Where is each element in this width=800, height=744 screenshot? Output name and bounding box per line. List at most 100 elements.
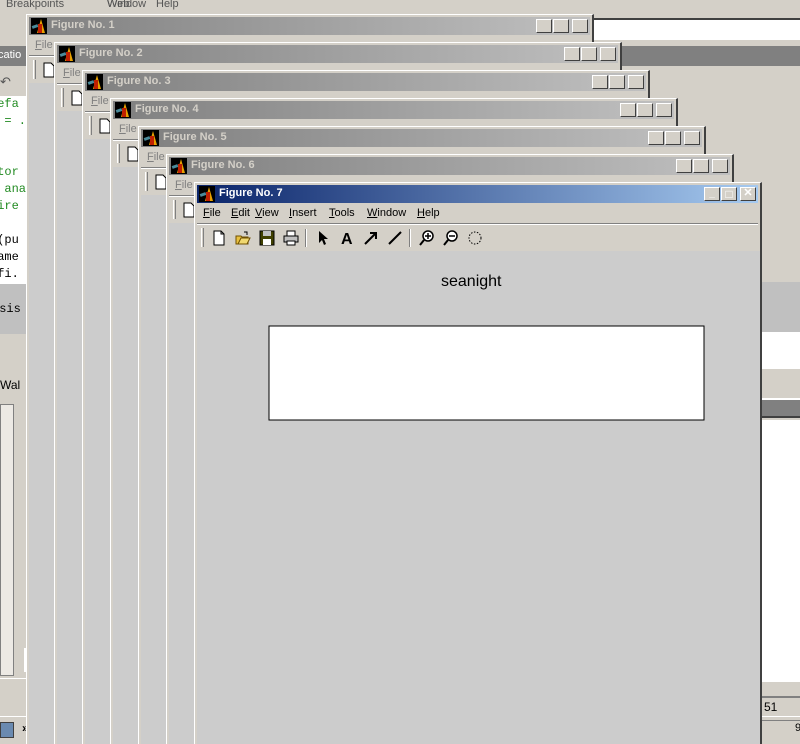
desktop-icon[interactable] (0, 722, 14, 738)
code-line: dire (0, 199, 19, 213)
rotate-3d-icon[interactable] (467, 230, 483, 246)
menu-file[interactable]: File (147, 151, 165, 163)
toolbar-grip[interactable] (173, 200, 176, 219)
maximize-button[interactable]: □ (721, 187, 737, 201)
toolbar-grip[interactable] (89, 116, 92, 135)
window-titlebar[interactable]: Figure No. 7 _ □ ✕ (197, 185, 758, 203)
menu-accelerator: F (203, 207, 210, 219)
menu-edit[interactable]: Edit (231, 207, 250, 219)
window-title: Figure No. 2 (79, 47, 143, 59)
menu-label-rest: ile (41, 39, 53, 51)
maximize-button[interactable]: □ (665, 131, 681, 145)
menu-label-rest: ools (334, 207, 355, 219)
minimize-button[interactable]: _ (536, 19, 552, 33)
window-controls: _ □ ✕ (591, 75, 644, 89)
insert-arrow-icon[interactable] (363, 230, 379, 246)
minimize-button[interactable]: _ (592, 75, 608, 89)
matlab-logo-icon (87, 74, 103, 90)
menu-label-rest: nsert (292, 207, 317, 219)
maximize-button[interactable]: □ (693, 159, 709, 173)
new-figure-icon[interactable] (211, 230, 227, 246)
code-editor[interactable]: defa t = . ator: ana dire r(pu name (fi. (0, 96, 26, 292)
toolbar-grip[interactable] (145, 172, 148, 191)
menu-view[interactable]: View (255, 207, 279, 219)
toolbar-grip[interactable] (201, 228, 204, 247)
figure-menubar: File Edit View Insert Tools Window Help (197, 204, 758, 222)
close-button[interactable]: ✕ (600, 47, 616, 61)
matlab-logo-icon (115, 102, 131, 118)
code-line: : (0, 284, 18, 301)
close-button[interactable]: ✕ (656, 103, 672, 117)
maximize-button[interactable]: □ (609, 75, 625, 89)
figure-toolbar: A (197, 225, 758, 249)
close-button[interactable]: ✕ (628, 75, 644, 89)
menu-file[interactable]: File (63, 67, 81, 79)
figure-canvas[interactable]: seanight (197, 251, 760, 744)
code-line: : ana (4, 182, 26, 196)
window-titlebar[interactable]: Figure No. 3 _ □ ✕ (85, 73, 646, 91)
menu-accelerator: F (119, 123, 126, 135)
workspace-tab[interactable]: Wal (0, 378, 26, 398)
window-titlebar[interactable]: Figure No. 5 _ □ ✕ (141, 129, 702, 147)
code-line: ator (0, 165, 19, 179)
toolbar-grip[interactable] (117, 144, 120, 163)
close-button[interactable]: ✕ (684, 131, 700, 145)
menu-tools[interactable]: Tools (329, 207, 355, 219)
window-titlebar[interactable]: Figure No. 6 _ □ ✕ (169, 157, 730, 175)
print-icon[interactable] (283, 230, 299, 246)
axes-background (268, 325, 705, 421)
menu-file[interactable]: File (119, 123, 137, 135)
window-title: Figure No. 7 (219, 187, 283, 199)
minimize-button[interactable]: _ (564, 47, 580, 61)
minimize-button[interactable]: _ (648, 131, 664, 145)
maximize-button[interactable]: □ (581, 47, 597, 61)
window-titlebar[interactable]: Figure No. 2 _ □ ✕ (57, 45, 618, 63)
insert-text-icon[interactable]: A (339, 230, 355, 248)
menu-window[interactable]: Window (107, 0, 146, 10)
open-file-icon[interactable] (235, 230, 251, 246)
menu-file[interactable]: File (175, 179, 193, 191)
menu-window[interactable]: Window (367, 207, 406, 219)
minimize-button[interactable]: _ (676, 159, 692, 173)
figure-window-7[interactable]: Figure No. 7 _ □ ✕ File Edit View Insert Tools Wi… (194, 182, 762, 744)
minimize-button[interactable]: _ (620, 103, 636, 117)
workspace-scroll-down[interactable] (0, 678, 26, 690)
time-series-plot[interactable] (197, 251, 800, 744)
maximize-button[interactable]: □ (637, 103, 653, 117)
toolbar-grip[interactable] (33, 60, 36, 79)
window-controls: _ □ ✕ (563, 47, 616, 61)
menu-help[interactable]: Help (417, 207, 440, 219)
menu-label-rest: ile (153, 151, 165, 163)
menu-file[interactable]: File (91, 95, 109, 107)
code-line: ysis (0, 302, 21, 316)
workspace-scrollbar[interactable] (0, 404, 14, 676)
undo-icon[interactable]: ↶ (0, 74, 26, 90)
menu-file[interactable]: File (35, 39, 53, 51)
insert-line-icon[interactable] (387, 230, 403, 246)
zoom-out-icon[interactable] (443, 230, 459, 246)
matlab-address-bar[interactable] (592, 18, 800, 40)
menu-breakpoints[interactable]: Breakpoints (6, 0, 64, 10)
toolbar-grip[interactable] (61, 88, 64, 107)
menu-help[interactable]: Help (156, 0, 179, 10)
maximize-button[interactable]: □ (553, 19, 569, 33)
menu-label-rest: elp (424, 207, 440, 219)
select-arrow-icon[interactable] (315, 230, 331, 246)
window-titlebar[interactable]: Figure No. 1 _ □ ✕ (29, 17, 590, 35)
close-button[interactable]: ✕ (572, 19, 588, 33)
menu-accelerator: F (63, 67, 70, 79)
menu-label-rest: ile (125, 123, 137, 135)
code-line: name (0, 250, 19, 264)
window-controls: _ □ ✕ (675, 159, 728, 173)
zoom-in-icon[interactable] (419, 230, 435, 246)
menu-label-rest: indow (377, 207, 407, 219)
menu-label-rest: ile (209, 207, 221, 219)
window-titlebar[interactable]: Figure No. 4 _ □ ✕ (113, 101, 674, 119)
save-icon[interactable] (259, 230, 275, 246)
close-button[interactable]: ✕ (740, 187, 756, 201)
close-button[interactable]: ✕ (712, 159, 728, 173)
menu-insert[interactable]: Insert (289, 207, 317, 219)
minimize-button[interactable]: _ (704, 187, 720, 201)
matlab-logo-icon (171, 158, 187, 174)
menu-file[interactable]: File (203, 207, 221, 219)
